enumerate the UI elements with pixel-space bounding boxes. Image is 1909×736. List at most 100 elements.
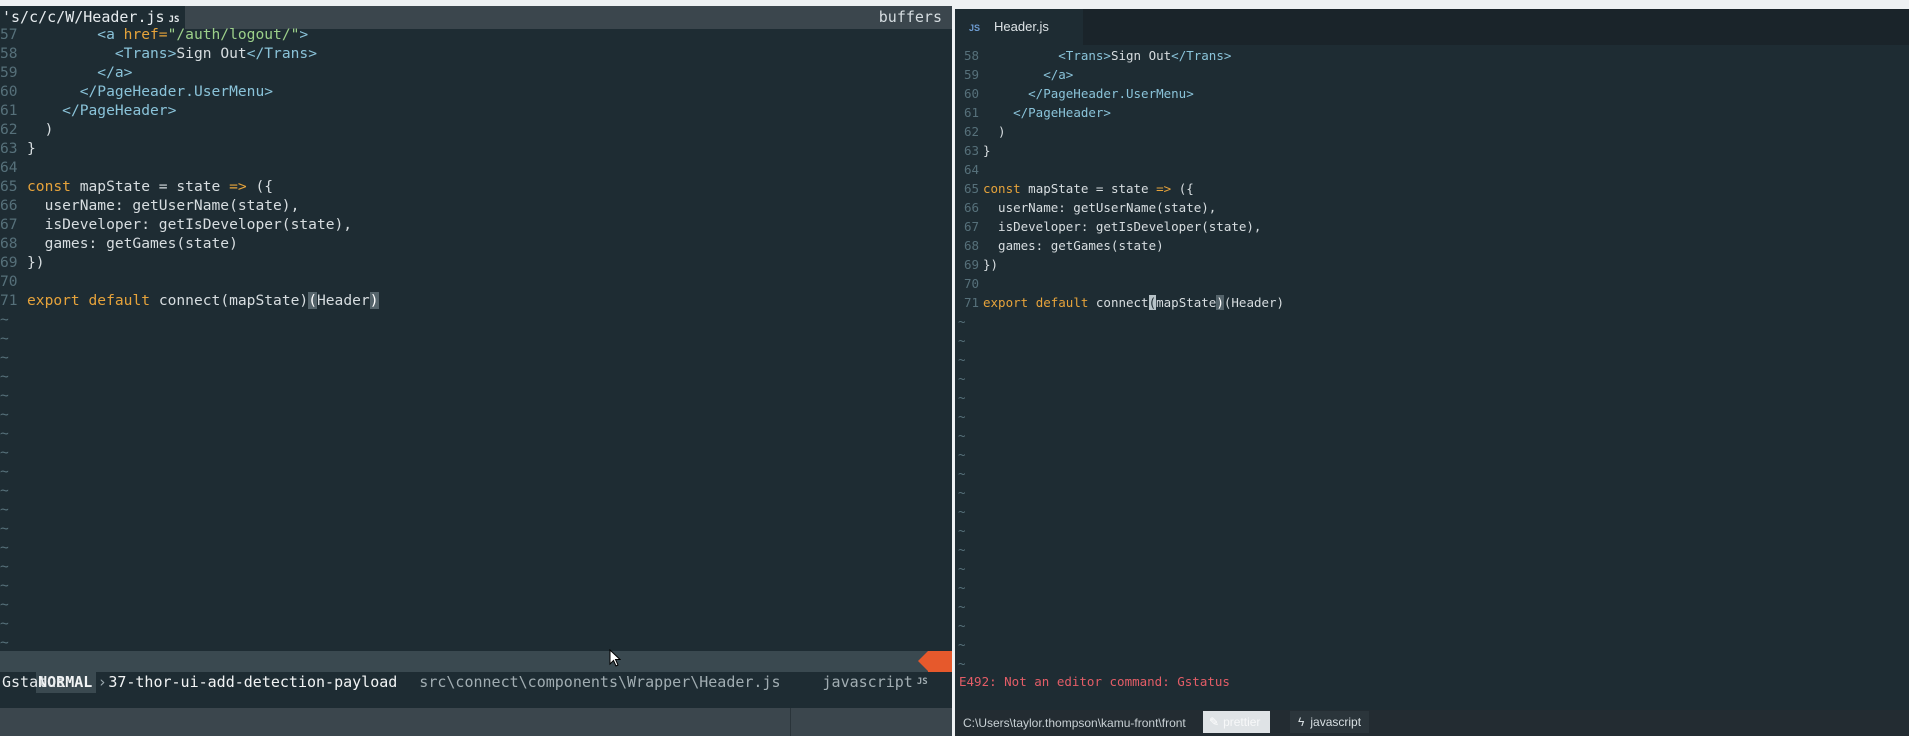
language-mode-button[interactable]: ϟ javascript [1290,711,1370,733]
line-number: 66 [0,197,18,214]
code-line[interactable]: 58 <Trans>Sign Out</Trans> [0,44,952,63]
code-line[interactable]: 65 const mapState = state => ({ [0,177,952,196]
tilde-marker: ~ [0,577,9,594]
line-number: 61 [0,102,18,119]
line-number: 58 [0,45,18,62]
code-line[interactable]: 66 userName: getUserName(state), [0,196,952,215]
code-token: ) [369,292,379,309]
git-branch-label: 37-thor-ui-add-detection-payload [108,673,398,691]
code-line[interactable]: 68 games: getGames(state) [955,236,1909,255]
tilde-marker: ~ [0,444,9,461]
tilde-marker: ~ [958,561,966,576]
code-line[interactable]: 71 export default connect(mapState)(Heade… [0,291,952,310]
vim-code-area[interactable]: 57 <a href="/auth/logout/"> 58 <Trans>Sig… [0,25,952,671]
line-number: 71 [964,295,980,310]
code-token: "/auth/logout/" [167,26,300,43]
empty-buffer-line: ~ [0,329,952,348]
code-token: } [983,143,991,158]
code-line[interactable]: 57 <a href="/auth/logout/"> [0,25,952,44]
empty-buffer-line: ~ [0,310,952,329]
editor-tab-label: Header.js [994,19,1049,34]
code-token: <Trans> [114,45,177,62]
right-vscode-pane[interactable]: JS Header.js 58 <Trans>Sign Out</Trans> 59… [955,0,1909,736]
code-token: games: getGames(state) [983,238,1164,253]
code-line[interactable]: 64 [955,160,1909,179]
line-number: 64 [964,162,980,177]
code-token: export [983,295,1029,310]
error-message: E492: Not an editor command: Gstatus [959,674,1230,689]
tilde-marker: ~ [958,352,966,367]
code-line[interactable]: 63} [955,141,1909,160]
code-line[interactable]: 68 games: getGames(state) [0,234,952,253]
code-line[interactable]: 71 export default connect(mapState)(Heade… [955,293,1909,312]
code-line[interactable]: 59 </a> [0,63,952,82]
code-line[interactable]: 62 ) [0,120,952,139]
line-number: 66 [964,200,980,215]
working-directory-label[interactable]: C:\Users\taylor.thompson\kamu-front\fron… [963,710,1186,736]
tilde-marker: ~ [958,504,966,519]
empty-buffer-line: ~ [0,481,952,500]
code-line[interactable]: 67 isDeveloper: getIsDeveloper(state), [0,215,952,234]
code-token: ( [1148,295,1157,310]
code-line[interactable]: 69}) [955,255,1909,274]
javascript-file-icon: JS [916,677,928,687]
tilde-marker: ~ [958,409,966,424]
code-line[interactable]: 66 userName: getUserName(state), [955,198,1909,217]
code-token: userName: getUserName(state), [27,197,300,214]
code-line[interactable]: 63} [0,139,952,158]
code-token: Header [316,292,370,309]
code-token: mapState [1156,295,1217,310]
code-token: const [983,181,1021,196]
code-line[interactable]: 58 <Trans>Sign Out</Trans> [955,46,1909,65]
empty-buffer-line: ~ [955,654,1909,673]
tilde-marker: ~ [0,330,9,347]
code-line[interactable]: 69}) [0,253,952,272]
tilde-marker: ~ [958,656,966,671]
code-token: userName: getUserName(state), [983,200,1217,215]
line-number: 63 [0,140,18,157]
editor-code-area[interactable]: 58 <Trans>Sign Out</Trans> 59 </a> 60 </Pa… [955,46,1909,673]
left-vim-pane[interactable]: 's/c/c/W/Header.js JS buffers 57 <a href=… [0,0,1007,736]
empty-buffer-line: ~ [0,500,952,519]
line-number: 58 [964,48,980,63]
code-token: connect(mapState) [150,292,309,309]
code-line[interactable]: 61 </PageHeader> [0,101,952,120]
code-line[interactable]: 62 ) [955,122,1909,141]
vim-command-line[interactable]: Gstatus [2,672,65,692]
code-token: mapState = state [70,178,230,195]
code-token: <a [97,26,124,43]
empty-buffer-line: ~ [955,540,1909,559]
empty-buffer-line: ~ [0,519,952,538]
line-number: 70 [0,273,18,290]
tilde-marker: ~ [0,387,9,404]
empty-buffer-line: ~ [0,538,952,557]
code-line[interactable]: 65 const mapState = state => ({ [955,179,1909,198]
line-number: 71 [0,292,18,309]
empty-buffer-line: ~ [955,464,1909,483]
code-line[interactable]: 70 [0,272,952,291]
code-token: </a> [1043,67,1074,82]
empty-buffer-line: ~ [0,633,952,652]
line-number: 68 [0,235,18,252]
code-token: isDeveloper: getIsDeveloper(state), [983,219,1262,234]
code-token: games: getGames(state) [27,235,238,252]
brush-icon: ✎ [1209,715,1220,729]
code-line[interactable]: 64 [0,158,952,177]
empty-buffer-line: ~ [0,443,952,462]
code-line[interactable]: 67 isDeveloper: getIsDeveloper(state), [955,217,1909,236]
prettier-status-button[interactable]: ✎ prettier [1203,711,1271,733]
empty-buffer-line: ~ [0,424,952,443]
code-line[interactable]: 60 </PageHeader.UserMenu> [955,84,1909,103]
code-token: default [1035,295,1089,310]
code-line[interactable]: 59 </a> [955,65,1909,84]
tilde-marker: ~ [0,501,9,518]
code-line[interactable]: 61 </PageHeader> [955,103,1909,122]
line-number: 61 [964,105,980,120]
code-line[interactable]: 70 [955,274,1909,293]
code-line[interactable]: 60 </PageHeader.UserMenu> [0,82,952,101]
editor-tab-header-js[interactable]: JS Header.js [955,9,1083,45]
tilde-marker: ~ [958,580,966,595]
tilde-marker: ~ [958,314,966,329]
